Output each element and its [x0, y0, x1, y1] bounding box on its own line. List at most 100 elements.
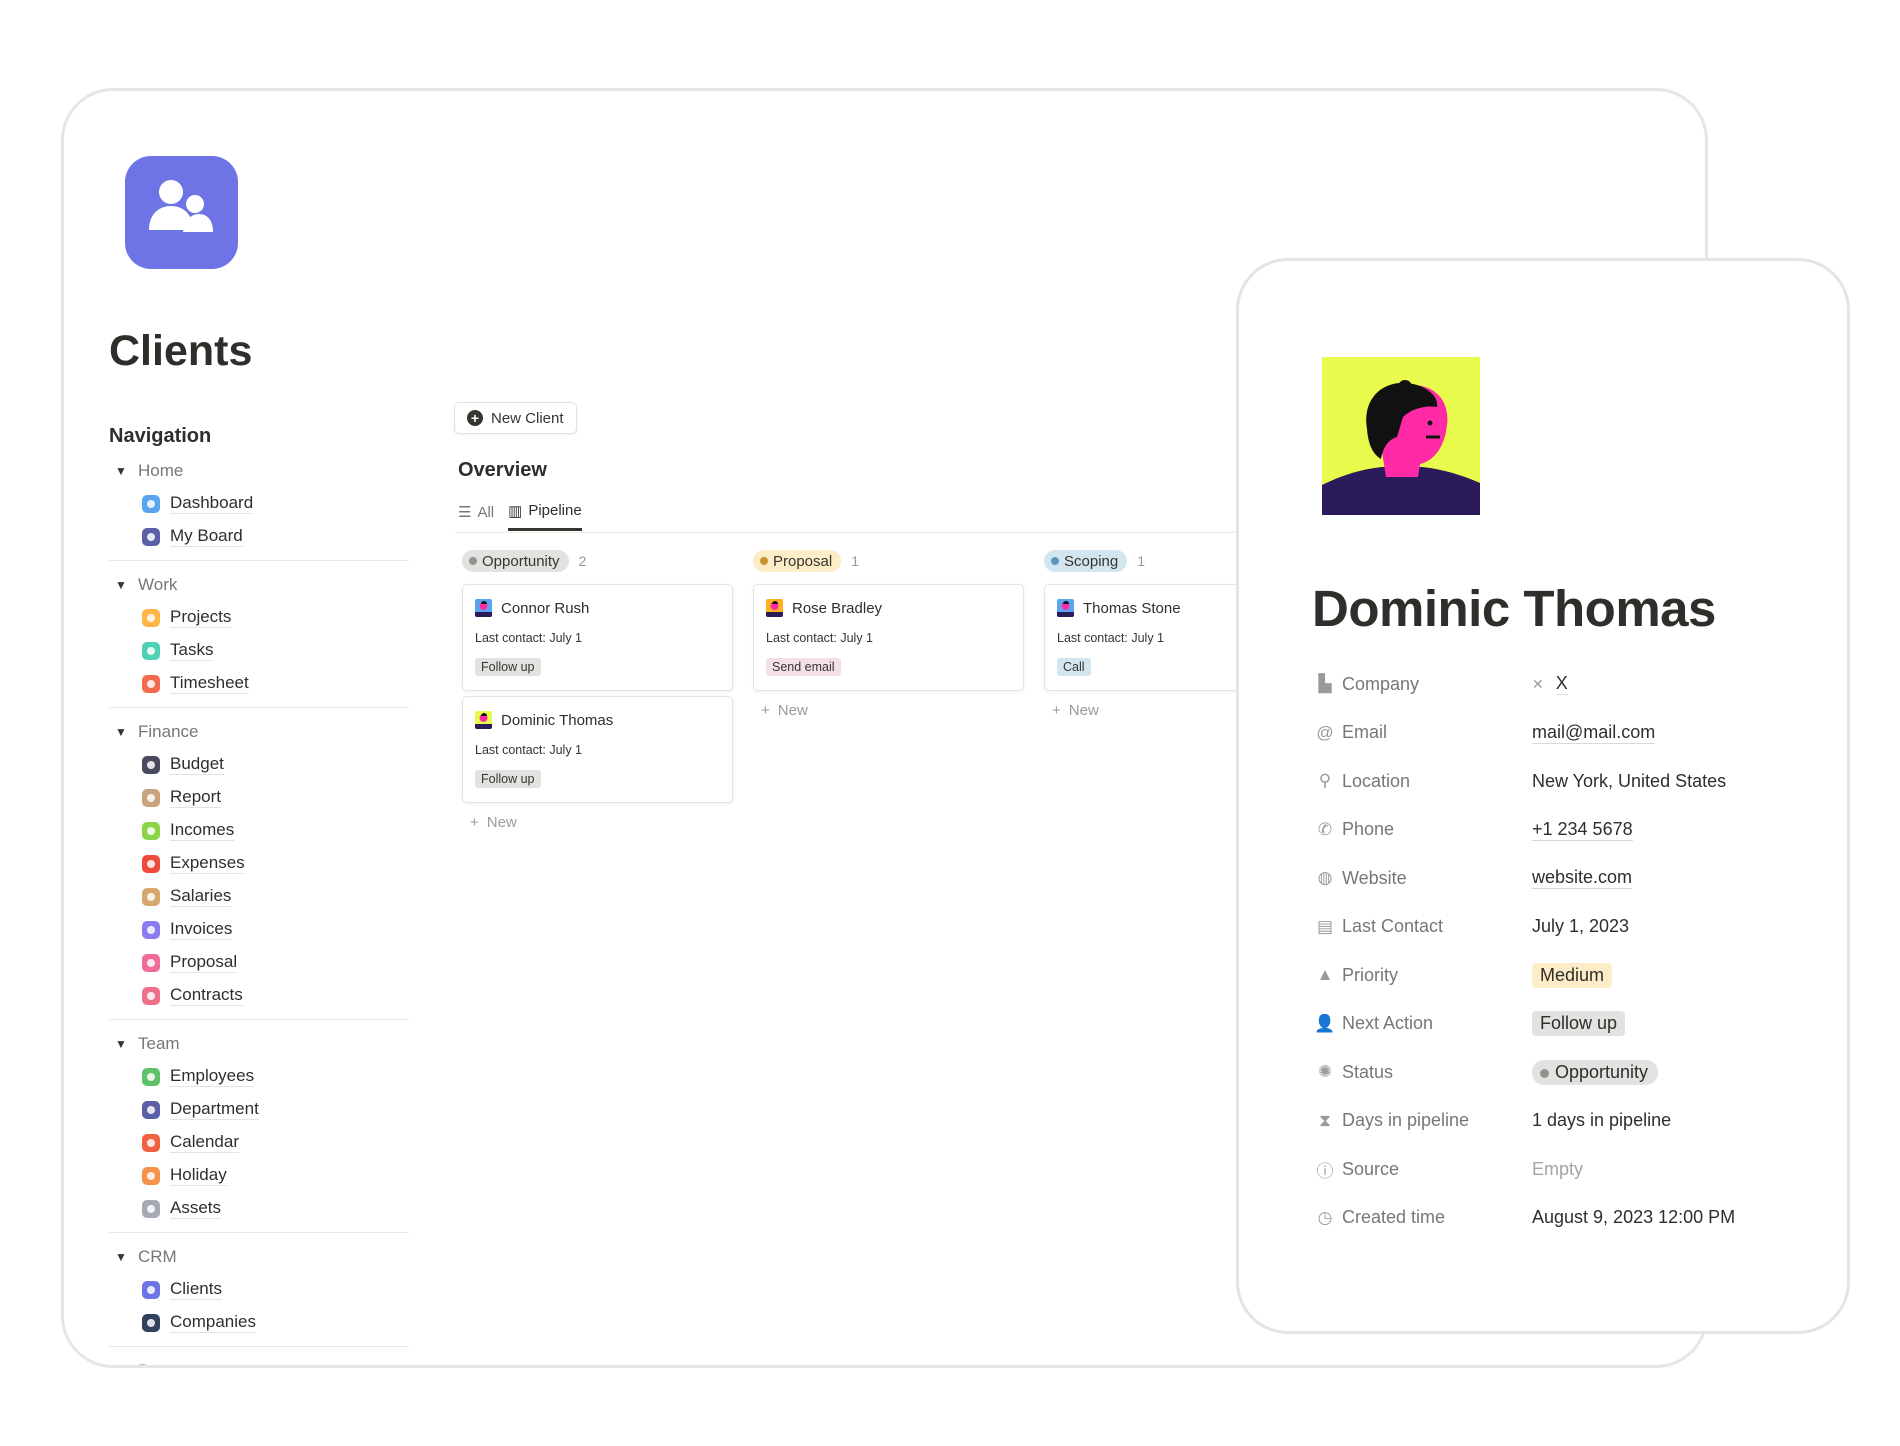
- property-value[interactable]: Empty: [1532, 1159, 1583, 1180]
- card-next-action-tag: Send email: [766, 658, 841, 676]
- property-last-contact: ▤ Last Contact July 1, 2023: [1314, 903, 1834, 952]
- property-source: ⓘ Source Empty: [1314, 1145, 1834, 1194]
- property-label: Company: [1342, 673, 1420, 694]
- new-client-button[interactable]: + New Client: [454, 402, 577, 434]
- sidebar-item-assets[interactable]: Assets: [109, 1192, 409, 1225]
- sidebar-item-label: My Board: [170, 526, 243, 547]
- client-properties: ▙ Company ✕ X @ Email mail@mail.com ⚲ Location Ne…: [1314, 660, 1834, 1242]
- card-last-contact: Last contact: July 1: [475, 631, 583, 645]
- sidebar-item-invoices[interactable]: Invoices: [109, 913, 409, 946]
- sidebar-item-employees[interactable]: Employees: [109, 1060, 409, 1093]
- card-last-contact: Last contact: July 1: [766, 631, 874, 645]
- client-card[interactable]: Connor Rush Last contact: July 1 Follow up: [462, 584, 733, 691]
- sidebar-section-base[interactable]: ▼Base: [109, 1354, 409, 1366]
- assets-icon: [142, 1199, 160, 1218]
- holiday-icon: [142, 1166, 160, 1185]
- sidebar-section-team[interactable]: ▼ Team: [109, 1027, 409, 1060]
- add-new-button[interactable]: + New: [462, 808, 733, 836]
- board-icon: ▥: [508, 503, 523, 520]
- triangle-down-icon[interactable]: ▼: [109, 578, 138, 592]
- sidebar-item-label: Expenses: [170, 853, 245, 874]
- plus-icon: +: [1052, 701, 1061, 719]
- section-label: CRM: [138, 1246, 177, 1266]
- property-tag[interactable]: Medium: [1532, 962, 1613, 988]
- sidebar-item-holiday[interactable]: Holiday: [109, 1159, 409, 1192]
- sidebar-item-expenses[interactable]: Expenses: [109, 847, 409, 880]
- property-company: ▙ Company ✕ X: [1314, 660, 1834, 709]
- property-label: Days in pipeline: [1342, 1110, 1470, 1131]
- property-label: Priority: [1342, 964, 1399, 985]
- x-logo-icon: ✕: [1532, 675, 1544, 692]
- card-last-contact: Last contact: July 1: [475, 743, 583, 757]
- sidebar-section-finance[interactable]: ▼ Finance: [109, 715, 409, 748]
- sidebar-item-department[interactable]: Department: [109, 1093, 409, 1126]
- section-divider: [109, 560, 409, 561]
- add-new-button[interactable]: + New: [753, 696, 1024, 724]
- sidebar-item-proposal[interactable]: Proposal: [109, 946, 409, 979]
- column-count: 1: [851, 553, 859, 569]
- info-icon: ⓘ: [1316, 1161, 1334, 1181]
- sidebar-item-incomes[interactable]: Incomes: [109, 814, 409, 847]
- incomes-icon: [142, 821, 160, 840]
- sidebar-section-crm[interactable]: ▼ CRM: [109, 1240, 409, 1273]
- property-value[interactable]: mail@mail.com: [1532, 722, 1656, 744]
- property-value[interactable]: New York, United States: [1532, 771, 1726, 792]
- triangle-down-icon[interactable]: ▼: [109, 725, 138, 739]
- sidebar-item-calendar[interactable]: Calendar: [109, 1126, 409, 1159]
- new-client-label: New Client: [491, 409, 564, 427]
- sidebar-item-my-board[interactable]: My Board: [109, 520, 409, 553]
- card-next-action-tag: Follow up: [475, 770, 541, 788]
- sidebar-item-label: Incomes: [170, 820, 235, 841]
- sidebar-item-dashboard[interactable]: Dashboard: [109, 487, 409, 520]
- salaries-icon: [142, 887, 160, 906]
- card-name: Thomas Stone: [1083, 599, 1181, 617]
- status-tag[interactable]: Opportunity: [1532, 1059, 1659, 1085]
- report-icon: [142, 788, 160, 807]
- property-value[interactable]: +1 234 5678: [1532, 819, 1633, 841]
- property-value[interactable]: July 1, 2023: [1532, 916, 1629, 937]
- new-label: New: [1068, 701, 1099, 719]
- proposal-icon: [142, 953, 160, 972]
- sidebar-item-timesheet[interactable]: Timesheet: [109, 667, 409, 700]
- triangle-down-icon[interactable]: ▼: [109, 1037, 138, 1051]
- overview-heading: Overview: [458, 459, 547, 481]
- sidebar-item-label: Budget: [170, 754, 224, 775]
- section-divider: [109, 1346, 409, 1347]
- sidebar-item-label: Calendar: [170, 1132, 239, 1153]
- sidebar-item-budget[interactable]: Budget: [109, 748, 409, 781]
- property-value[interactable]: X: [1555, 673, 1568, 696]
- sidebar-item-report[interactable]: Report: [109, 781, 409, 814]
- triangle-down-icon[interactable]: ▼: [109, 1364, 138, 1366]
- client-card[interactable]: Dominic Thomas Last contact: July 1 Follow…: [462, 696, 733, 803]
- sidebar-section-work[interactable]: ▼ Work: [109, 568, 409, 601]
- status-label: Scoping: [1064, 552, 1119, 570]
- tab-pipeline[interactable]: ▥ Pipeline: [508, 499, 582, 531]
- expenses-icon: [142, 854, 160, 873]
- projects-icon: [142, 608, 160, 627]
- sidebar-item-projects[interactable]: Projects: [109, 601, 409, 634]
- sidebar-item-clients[interactable]: Clients: [109, 1273, 409, 1306]
- navigation-heading: Navigation: [109, 425, 212, 447]
- contracts-icon: [142, 986, 160, 1005]
- sidebar-item-salaries[interactable]: Salaries: [109, 880, 409, 913]
- property-value[interactable]: website.com: [1532, 867, 1633, 890]
- my-board-icon: [142, 527, 160, 546]
- client-card[interactable]: Rose Bradley Last contact: July 1 Send ema…: [753, 584, 1024, 691]
- triangle-down-icon[interactable]: ▼: [109, 1250, 138, 1264]
- tab-label: Pipeline: [528, 502, 582, 519]
- triangle-down-icon[interactable]: ▼: [109, 464, 138, 478]
- property-label: Email: [1342, 722, 1388, 743]
- property-tag[interactable]: Follow up: [1532, 1011, 1626, 1037]
- property-value[interactable]: August 9, 2023 12:00 PM: [1532, 1207, 1735, 1228]
- client-avatar-icon: [766, 599, 783, 617]
- pin-icon: ⚲: [1318, 771, 1332, 791]
- section-divider: [109, 1019, 409, 1020]
- sidebar-item-companies[interactable]: Companies: [109, 1306, 409, 1339]
- sidebar-section-home[interactable]: ▼ Home: [109, 454, 409, 487]
- sidebar-item-contracts[interactable]: Contracts: [109, 979, 409, 1012]
- sidebar-item-tasks[interactable]: Tasks: [109, 634, 409, 667]
- tab-all[interactable]: ☰ All: [458, 499, 494, 525]
- plus-circle-icon: +: [467, 410, 483, 426]
- property-value[interactable]: 1 days in pipeline: [1532, 1110, 1671, 1131]
- invoices-icon: [142, 920, 160, 939]
